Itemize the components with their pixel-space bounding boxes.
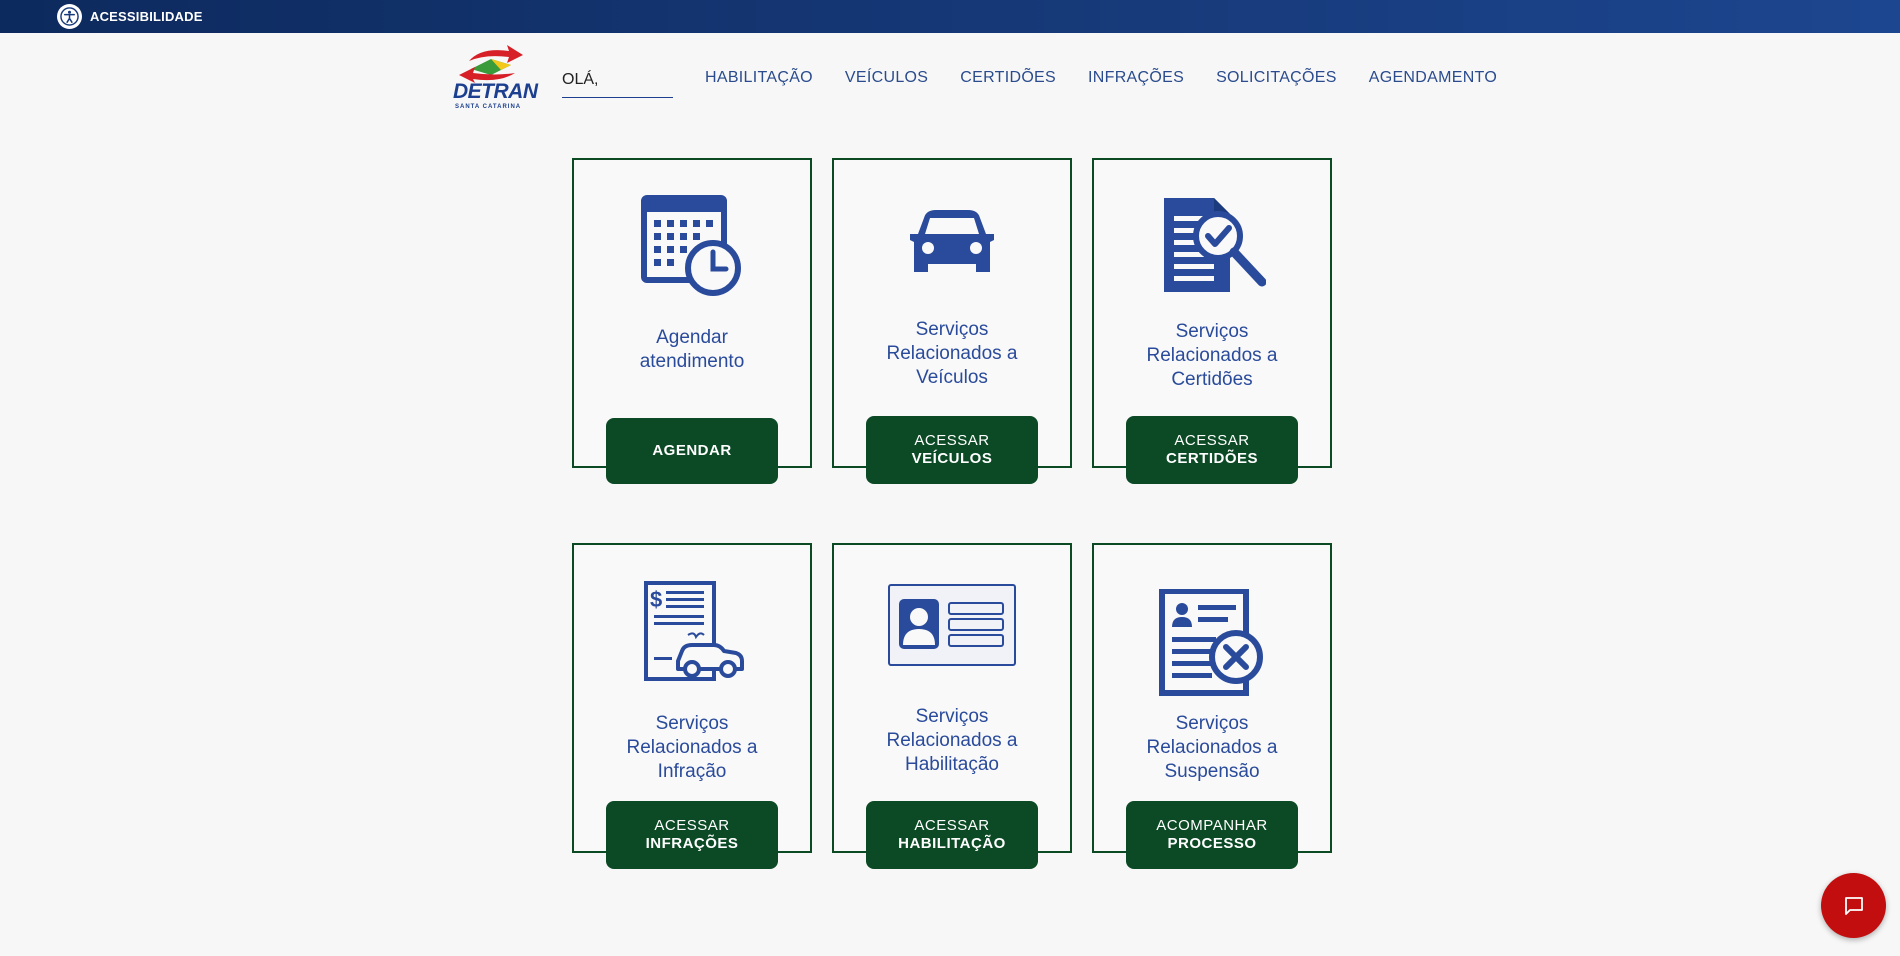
logo-subtitle: SANTA CATARINA <box>455 104 522 110</box>
card-veiculos: Serviços Relacionados a Veículos ACESSAR… <box>832 158 1072 484</box>
accessibility-icon[interactable] <box>57 4 82 29</box>
card-title: Serviços Relacionados a Suspensão <box>1146 713 1278 782</box>
document-search-icon <box>1164 198 1266 292</box>
chat-button[interactable] <box>1821 873 1886 938</box>
nav-veiculos[interactable]: VEÍCULOS <box>845 69 928 87</box>
nav-agendamento[interactable]: AGENDAMENTO <box>1369 69 1497 87</box>
car-icon <box>910 210 994 272</box>
acessar-habilitacao-button[interactable]: ACESSAR HABILITAÇÃO <box>866 801 1038 869</box>
fine-ticket-icon: $ <box>644 581 744 681</box>
id-card-icon <box>888 584 1016 666</box>
card-infracoes: $ Serviços Relacionados a Infração ACESS… <box>572 543 812 869</box>
agendar-button[interactable]: AGENDAR <box>606 418 778 484</box>
acessar-infracoes-button[interactable]: ACESSAR INFRAÇÕES <box>606 801 778 869</box>
logo-arrows-icon <box>459 45 523 83</box>
card-title: Agendar atendimento <box>639 327 745 372</box>
card-title: Serviços Relacionados a Habilitação <box>886 706 1018 775</box>
main-nav: HABILITAÇÃO VEÍCULOS CERTIDÕES INFRAÇÕES… <box>705 69 1529 87</box>
detran-logo[interactable]: DETRAN SANTA CATARINA <box>451 43 538 111</box>
site-header: DETRAN SANTA CATARINA OLÁ, HABILITAÇÃO V… <box>0 33 1900 123</box>
card-certidoes: Serviços Relacionados a Certidões ACESSA… <box>1092 158 1332 484</box>
document-cancel-icon <box>1159 589 1263 696</box>
acessar-veiculos-button[interactable]: ACESSAR VEÍCULOS <box>866 416 1038 484</box>
card-title: Serviços Relacionados a Infração <box>626 713 758 782</box>
nav-habilitacao[interactable]: HABILITAÇÃO <box>705 69 813 87</box>
card-suspensao: Serviços Relacionados a Suspensão ACOMPA… <box>1092 543 1332 869</box>
acompanhar-processo-button[interactable]: ACOMPANHAR PROCESSO <box>1126 801 1298 869</box>
user-greeting[interactable]: OLÁ, <box>562 68 673 98</box>
nav-infracoes[interactable]: INFRAÇÕES <box>1088 69 1184 87</box>
svg-text:$: $ <box>650 587 662 612</box>
card-title: Serviços Relacionados a Certidões <box>1146 321 1278 390</box>
nav-certidoes[interactable]: CERTIDÕES <box>960 69 1056 87</box>
card-habilitacao: Serviços Relacionados a Habilitação ACES… <box>832 543 1072 869</box>
nav-solicitacoes[interactable]: SOLICITAÇÕES <box>1216 69 1337 87</box>
calendar-clock-icon <box>641 195 741 296</box>
logo-wordmark: DETRAN <box>453 80 538 103</box>
card-title: Serviços Relacionados a Veículos <box>886 319 1018 388</box>
chat-bubble-icon <box>1844 896 1863 915</box>
card-agendar: Agendar atendimento AGENDAR <box>572 158 812 484</box>
accessibility-bar: ACESSIBILIDADE <box>0 0 1900 33</box>
acessar-certidoes-button[interactable]: ACESSAR CERTIDÕES <box>1126 416 1298 484</box>
accessibility-link[interactable]: ACESSIBILIDADE <box>90 9 203 24</box>
